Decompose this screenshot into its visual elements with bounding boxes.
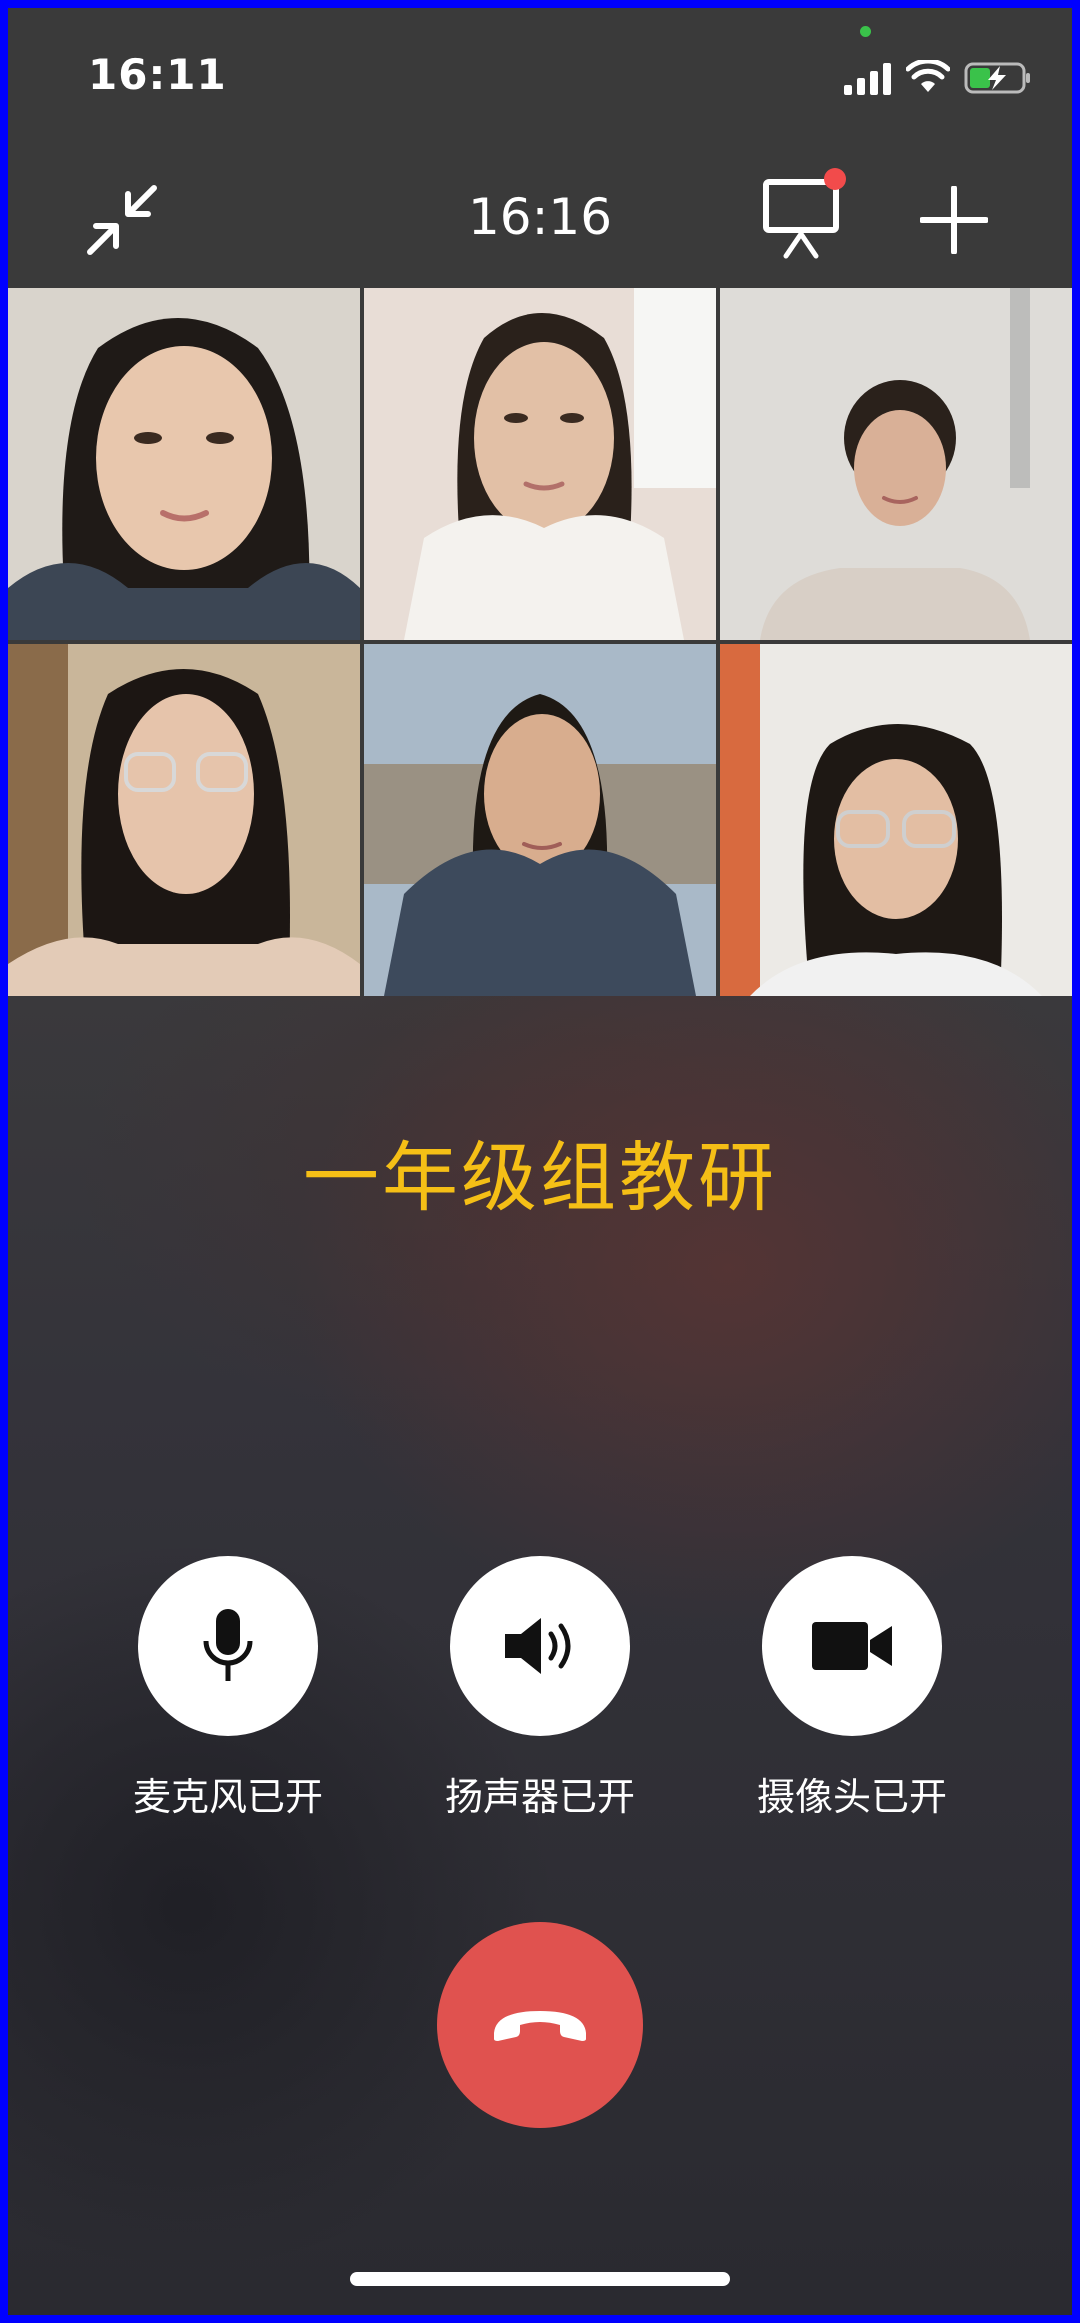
speaker-control: 扬声器已开 bbox=[420, 1556, 660, 1821]
wifi-icon bbox=[906, 60, 950, 92]
camera-in-use-indicator bbox=[860, 26, 871, 37]
notification-badge bbox=[824, 168, 846, 190]
mic-control: 麦克风已开 bbox=[108, 1556, 348, 1821]
participant-video-feed bbox=[720, 644, 1072, 996]
participant-video-feed bbox=[364, 288, 716, 640]
speaker-icon bbox=[505, 1618, 571, 1674]
call-timer: 16:16 bbox=[467, 188, 613, 246]
participant-video-tile[interactable] bbox=[720, 644, 1072, 996]
participant-video-feed bbox=[364, 644, 716, 996]
add-icon[interactable] bbox=[920, 186, 988, 254]
group-call-title: 一年级组教研 bbox=[303, 1133, 777, 1222]
participant-video-grid bbox=[8, 288, 1072, 996]
speaker-status-label: 扬声器已开 bbox=[444, 1775, 635, 1819]
video-camera-icon bbox=[812, 1622, 892, 1670]
mic-status-label: 麦克风已开 bbox=[132, 1775, 323, 1819]
home-indicator[interactable] bbox=[350, 2272, 730, 2286]
participant-video-tile[interactable] bbox=[720, 288, 1072, 640]
battery-charging-icon bbox=[964, 62, 1030, 94]
participant-video-tile[interactable] bbox=[8, 288, 360, 640]
participant-video-tile[interactable] bbox=[364, 644, 716, 996]
call-header: 16:16 bbox=[8, 148, 1072, 288]
speaker-toggle-button[interactable] bbox=[450, 1556, 630, 1736]
status-time: 16:11 bbox=[88, 50, 227, 99]
hang-up-button[interactable] bbox=[437, 1922, 643, 2128]
status-bar: 16:11 bbox=[8, 8, 1072, 148]
participant-video-tile[interactable] bbox=[8, 644, 360, 996]
camera-control: 摄像头已开 bbox=[732, 1556, 972, 1821]
call-controls: 麦克风已开 扬声器已开 摄像头已开 bbox=[8, 1556, 1072, 1846]
camera-toggle-button[interactable] bbox=[762, 1556, 942, 1736]
call-screen: 16:11 16:16 一年级组教研 麦克风已开 扬声器已开 摄像头已开 bbox=[8, 8, 1072, 2315]
microphone-icon bbox=[203, 1609, 253, 1681]
camera-status-label: 摄像头已开 bbox=[756, 1775, 947, 1819]
participant-video-feed bbox=[720, 288, 1072, 640]
participant-video-feed bbox=[8, 288, 360, 640]
mic-toggle-button[interactable] bbox=[138, 1556, 318, 1736]
participant-video-tile[interactable] bbox=[364, 288, 716, 640]
participant-video-feed bbox=[8, 644, 360, 996]
signal-icon bbox=[844, 63, 891, 95]
hang-up-phone-icon bbox=[494, 2011, 586, 2041]
